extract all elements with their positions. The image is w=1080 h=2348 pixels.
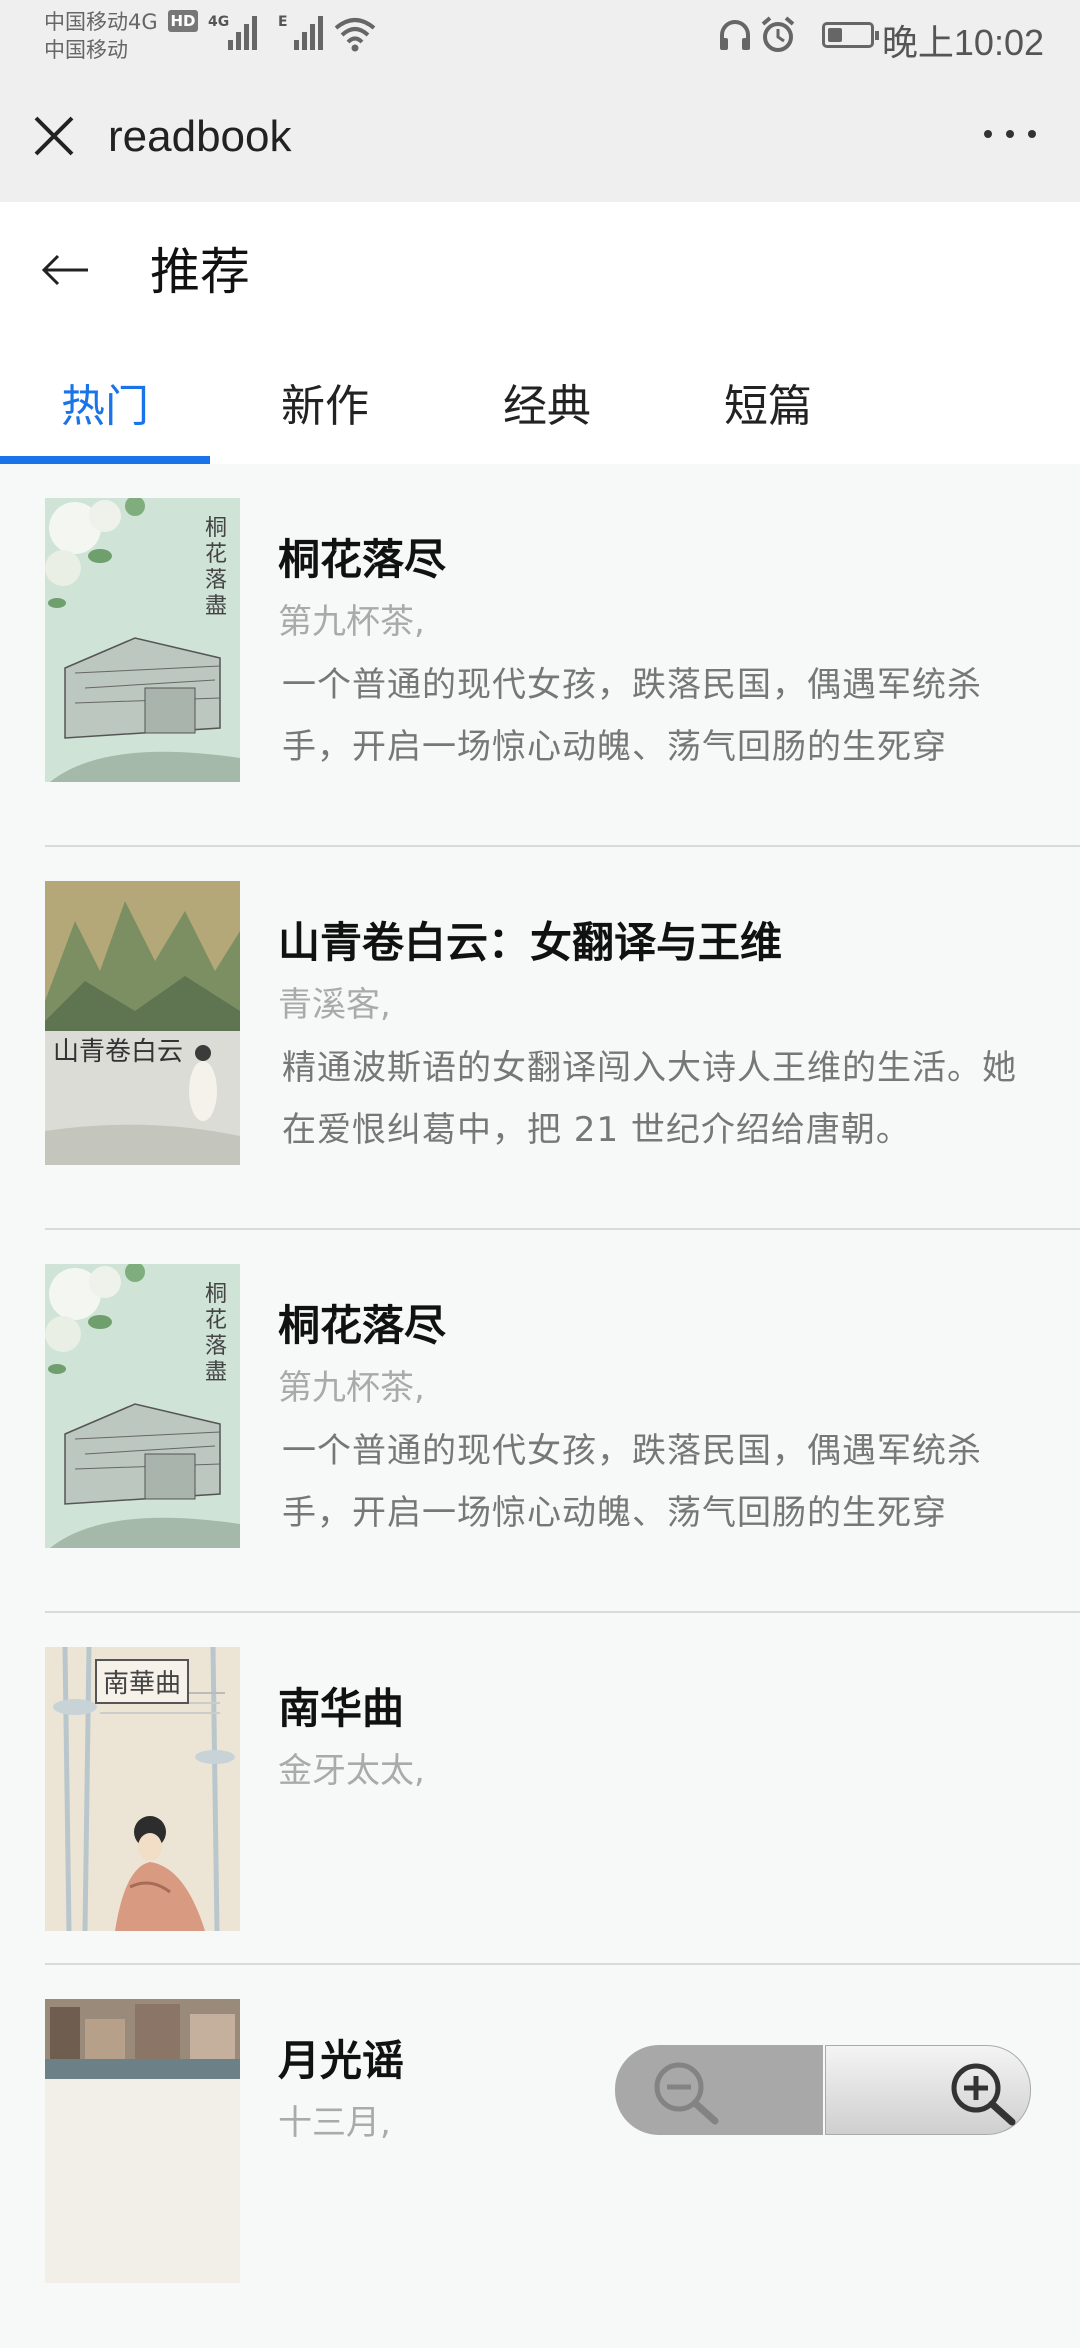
category-tabs: 热门 新作 经典 短篇 <box>0 344 1080 464</box>
zoom-in-icon <box>951 2063 1016 2126</box>
more-options-icon[interactable] <box>984 130 1040 142</box>
zoom-control <box>615 2045 1031 2135</box>
book-cover <box>45 1999 240 2283</box>
signal-icon <box>228 14 262 50</box>
tab-short[interactable]: 短篇 <box>658 344 878 464</box>
carrier-line-2: 中国移动 <box>44 38 128 62</box>
book-title[interactable]: 桐花落尽 <box>278 526 446 587</box>
carrier-info: 中国移动4G 中国移动 <box>44 8 158 64</box>
cover-title-text: 南華曲 <box>95 1659 190 1704</box>
book-author: 第九杯茶, <box>278 1368 425 1408</box>
wifi-icon <box>334 18 376 52</box>
alarm-icon <box>761 16 795 52</box>
book-item[interactable]: 月光谣 十三月, <box>0 1965 1080 2348</box>
book-description: 精通波斯语的女翻译闯入大诗人王维的生活。她在爱恨纠葛中，把 21 世纪介绍给唐朝… <box>282 1048 1017 1150</box>
cover-title-text: 桐花落盡 <box>205 1282 228 1385</box>
app-title-bar: readbook <box>0 70 1080 202</box>
book-author: 十三月, <box>278 2103 391 2143</box>
status-bar: 中国移动4G 中国移动 HD 4G E 晚上10:02 <box>0 0 1080 70</box>
book-title[interactable]: 桐花落尽 <box>278 1292 446 1353</box>
headphones-icon <box>720 20 750 50</box>
book-cover: 桐花落盡 <box>45 498 240 782</box>
book-title[interactable]: 月光谣 <box>278 2027 404 2088</box>
app-title: readbook <box>108 112 292 161</box>
active-tab-indicator <box>0 456 210 464</box>
battery-level <box>828 28 842 42</box>
book-item[interactable]: 山青卷白云 山青卷白云：女翻译与王维 青溪客, 精通波斯语的女翻译闯入大诗人王维… <box>0 847 1080 1230</box>
book-author: 青溪客, <box>278 985 391 1025</box>
book-item[interactable]: 桐花落盡 桐花落尽 第九杯茶, 一个普通的现代女孩，跌落民国，偶遇军统杀手，开启… <box>0 464 1080 847</box>
book-description: 一个普通的现代女孩，跌落民国，偶遇军统杀手，开启一场惊心动魄、荡气回肠的生死穿 <box>282 1431 982 1533</box>
book-item[interactable]: 南華曲 南华曲 金牙太太, <box>0 1613 1080 1965</box>
zoom-out-icon <box>654 2062 719 2125</box>
battery-icon <box>822 22 879 48</box>
zoom-out-button[interactable] <box>615 2045 823 2135</box>
cover-illustration <box>45 1999 240 2079</box>
page-title: 推荐 <box>150 243 250 301</box>
cover-title-text: 山青卷白云 <box>53 1037 184 1067</box>
book-item[interactable]: 桐花落盡 桐花落尽 第九杯茶, 一个普通的现代女孩，跌落民国，偶遇军统杀手，开启… <box>0 1230 1080 1613</box>
book-author: 金牙太太, <box>278 1751 425 1791</box>
status-time: 晚上10:02 <box>881 22 1044 63</box>
hd-badge: HD <box>168 10 198 32</box>
cover-title-text: 桐花落盡 <box>205 516 228 619</box>
cover-illustration <box>45 881 240 1165</box>
network-4g-label: 4G <box>208 14 230 30</box>
book-cover: 桐花落盡 <box>45 1264 240 1548</box>
network-e-label: E <box>278 14 288 30</box>
zoom-in-button[interactable] <box>825 2045 1031 2135</box>
carrier-line-1: 中国移动4G <box>44 10 158 34</box>
book-cover: 南華曲 <box>45 1647 240 1931</box>
book-title[interactable]: 南华曲 <box>278 1675 404 1736</box>
signal-icon <box>294 14 328 50</box>
tab-classic[interactable]: 经典 <box>437 344 657 464</box>
book-author: 第九杯茶, <box>278 602 425 642</box>
tab-new[interactable]: 新作 <box>215 344 435 464</box>
page-header: 推荐 热门 新作 经典 短篇 <box>0 202 1080 464</box>
book-title[interactable]: 山青卷白云：女翻译与王维 <box>278 909 782 970</box>
book-description: 一个普通的现代女孩，跌落民国，偶遇军统杀手，开启一场惊心动魄、荡气回肠的生死穿 <box>282 665 982 767</box>
back-arrow-icon[interactable] <box>40 250 90 290</box>
close-icon[interactable] <box>32 114 76 158</box>
book-cover: 山青卷白云 <box>45 881 240 1165</box>
tab-hot[interactable]: 热门 <box>0 344 210 464</box>
